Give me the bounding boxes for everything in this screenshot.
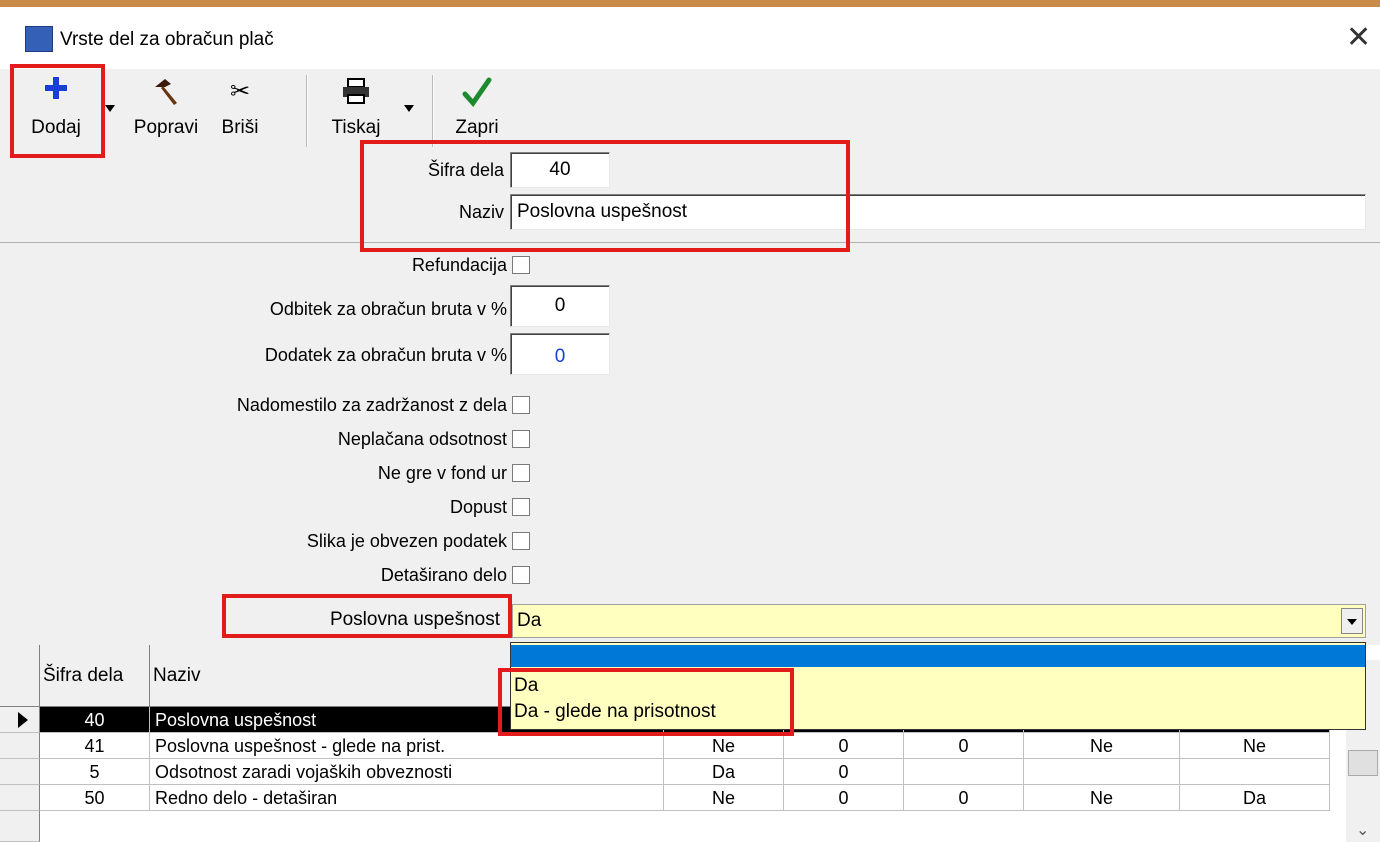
row-indicator xyxy=(0,759,40,785)
deduction-label: Odbitek za obračun bruta v % xyxy=(269,299,507,319)
neplacana-label: Neplačana odsotnost xyxy=(337,429,507,449)
code-label: Šifra dela xyxy=(427,160,504,180)
detasirano-checkbox[interactable] xyxy=(512,566,530,584)
dopust-checkbox[interactable] xyxy=(512,498,530,516)
slika-label: Slika je obvezen podatek xyxy=(306,531,507,551)
cell-c3: Da xyxy=(664,759,784,785)
cell-c6 xyxy=(1024,759,1180,785)
toolbar-separator xyxy=(432,75,434,147)
addition-field[interactable]: 0 xyxy=(510,333,610,375)
fond-checkbox[interactable] xyxy=(512,464,530,482)
name-label: Naziv xyxy=(458,202,504,222)
cell-c3: Ne xyxy=(664,733,784,759)
close-icon[interactable]: ✕ xyxy=(1346,23,1371,53)
performance-combo[interactable]: Da xyxy=(512,604,1366,638)
window-top-border xyxy=(0,0,1380,7)
details-form: Refundacija Odbitek za obračun bruta v %… xyxy=(0,243,1380,645)
dropdown-option-da[interactable]: Da xyxy=(511,675,1365,697)
header-form: Šifra dela 40 Naziv Poslovna uspešnost xyxy=(0,150,1380,242)
detasirano-label: Detaširano delo xyxy=(380,565,507,585)
cell-code: 5 xyxy=(40,759,150,785)
neplacana-checkbox[interactable] xyxy=(512,430,530,448)
row-indicator xyxy=(0,733,40,759)
table-row-partial xyxy=(0,811,1330,842)
row-indicator xyxy=(0,785,40,811)
grid-header-code[interactable]: Šifra dela xyxy=(40,645,150,707)
plus-icon xyxy=(14,75,98,106)
table-row[interactable]: 41 Poslovna uspešnost - glede na prist. … xyxy=(0,733,1330,759)
nadomestilo-checkbox[interactable] xyxy=(512,396,530,414)
delete-button[interactable]: ✂ Briši xyxy=(210,69,270,149)
dropdown-option-da-prisotnost[interactable]: Da - glede na prisotnost xyxy=(511,701,1365,723)
row-indicator xyxy=(0,811,40,842)
slika-checkbox[interactable] xyxy=(512,532,530,550)
cell-c7: Ne xyxy=(1180,733,1330,759)
checkmark-icon xyxy=(442,77,512,112)
toolbar-separator xyxy=(306,75,308,147)
cell-c6: Ne xyxy=(1024,733,1180,759)
deduction-field[interactable]: 0 xyxy=(510,285,610,327)
name-field[interactable]: Poslovna uspešnost xyxy=(510,194,1366,230)
cell-c5 xyxy=(904,759,1024,785)
hammer-icon xyxy=(126,77,206,112)
cell-c7: Da xyxy=(1180,785,1330,811)
performance-label: Poslovna uspešnost xyxy=(329,609,500,630)
table-row[interactable]: 50 Redno delo - detaširan Ne 0 0 Ne Da xyxy=(0,785,1330,811)
edit-button[interactable]: Popravi xyxy=(126,69,206,149)
cell-c6: Ne xyxy=(1024,785,1180,811)
table-row[interactable]: 5 Odsotnost zaradi vojaških obveznosti D… xyxy=(0,759,1330,785)
print-dropdown-arrow[interactable] xyxy=(404,105,414,112)
grid-corner xyxy=(0,645,40,707)
cell-name: Redno delo - detaširan xyxy=(150,785,664,811)
cell-c4: 0 xyxy=(784,759,904,785)
performance-combo-value: Da xyxy=(517,610,542,631)
cell-c5: 0 xyxy=(904,733,1024,759)
toolbar: Dodaj Popravi ✂ Briši Tiskaj Zapri xyxy=(0,69,1380,150)
cell-code: 50 xyxy=(40,785,150,811)
performance-dropdown-list: Da Da - glede na prisotnost xyxy=(510,642,1366,730)
addition-label: Dodatek za obračun bruta v % xyxy=(264,345,507,365)
refund-label: Refundacija xyxy=(411,255,507,275)
dropdown-option-empty[interactable] xyxy=(511,645,1365,667)
cell-c7 xyxy=(1180,759,1330,785)
cell-name: Poslovna uspešnost - glede na prist. xyxy=(150,733,664,759)
row-indicator xyxy=(0,707,40,733)
dopust-label: Dopust xyxy=(449,497,507,517)
cell-c5: 0 xyxy=(904,785,1024,811)
cell-name: Odsotnost zaradi vojaških obveznosti xyxy=(150,759,664,785)
add-dropdown-arrow[interactable] xyxy=(105,105,115,112)
cell-c3: Ne xyxy=(664,785,784,811)
cell-code: 40 xyxy=(40,707,150,733)
window-title: Vrste del za obračun plač xyxy=(60,29,274,50)
print-button[interactable]: Tiskaj xyxy=(318,69,394,149)
fond-label: Ne gre v fond ur xyxy=(377,463,507,483)
add-button[interactable]: Dodaj xyxy=(14,69,98,149)
cell-code: 41 xyxy=(40,733,150,759)
app-icon xyxy=(25,26,53,52)
scrollbar-thumb[interactable] xyxy=(1348,750,1378,776)
nadomestilo-label: Nadomestilo za zadržanost z dela xyxy=(236,395,507,415)
printer-icon xyxy=(318,77,394,110)
close-button[interactable]: Zapri xyxy=(442,69,512,149)
code-field[interactable]: 40 xyxy=(510,152,610,188)
cell-c4: 0 xyxy=(784,785,904,811)
refund-checkbox[interactable] xyxy=(512,256,530,274)
scroll-down-icon[interactable]: ⌄ xyxy=(1356,820,1369,839)
scissors-icon: ✂ xyxy=(229,77,251,105)
cell-c4: 0 xyxy=(784,733,904,759)
chevron-down-icon[interactable] xyxy=(1341,608,1363,634)
